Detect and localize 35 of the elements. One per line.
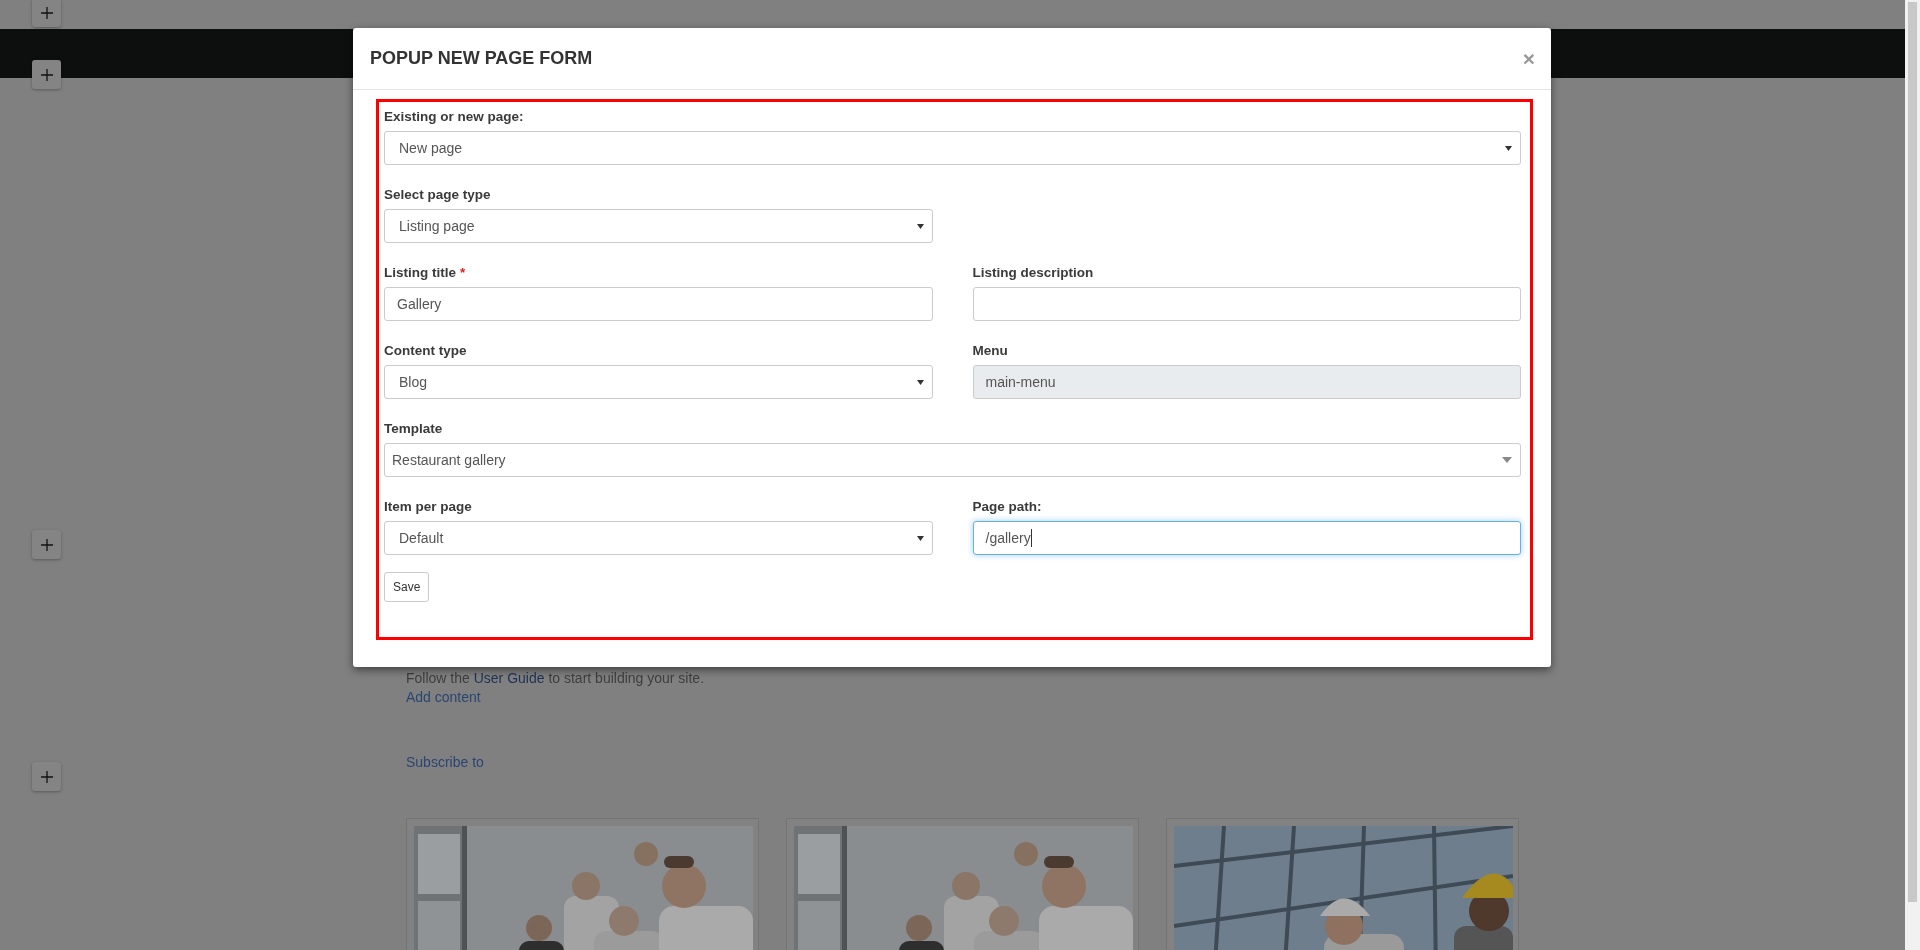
add-button[interactable] (32, 0, 61, 27)
select-field[interactable]: New page (384, 131, 1521, 165)
plus-icon (40, 770, 53, 783)
intro-text: Follow the User Guide to start building your site. (406, 669, 705, 688)
plus-icon (40, 68, 53, 81)
save-button[interactable]: Save (384, 572, 430, 602)
select-field[interactable]: Restaurant gallery (384, 443, 1521, 477)
field-label: Page path: (972, 498, 1043, 516)
add-button[interactable] (32, 60, 61, 89)
field-label: Menu (972, 342, 1009, 360)
caret-icon (916, 535, 924, 541)
plus-icon (40, 6, 53, 19)
add-button[interactable] (32, 762, 61, 791)
caret-icon (916, 223, 924, 229)
field-label: Listing title * (384, 263, 933, 283)
caret-icon (1502, 457, 1512, 463)
input-field[interactable]: Gallery (384, 287, 933, 321)
select-field[interactable]: Default (384, 521, 933, 555)
caret-icon (916, 379, 924, 385)
caret-icon (1505, 145, 1512, 151)
select-field[interactable]: Blog (384, 365, 933, 399)
input-field[interactable]: /gallery (972, 521, 1521, 555)
field-label: Template (384, 420, 444, 438)
field-label: Existing or new page: (384, 108, 525, 126)
plus-icon (40, 538, 53, 551)
field-label: Content type (384, 342, 468, 360)
field-label: Select page type (384, 186, 492, 204)
select-field[interactable]: Listing page (384, 209, 933, 243)
required-mark: * (460, 264, 466, 282)
field-label: Listing description (972, 264, 1095, 282)
scrollbar[interactable] (1905, 0, 1920, 950)
modal-title: POPUP NEW PAGE FORM (370, 48, 593, 69)
input-field[interactable] (972, 287, 1521, 321)
field-label: Item per page (384, 498, 473, 516)
add-button[interactable] (32, 530, 61, 559)
